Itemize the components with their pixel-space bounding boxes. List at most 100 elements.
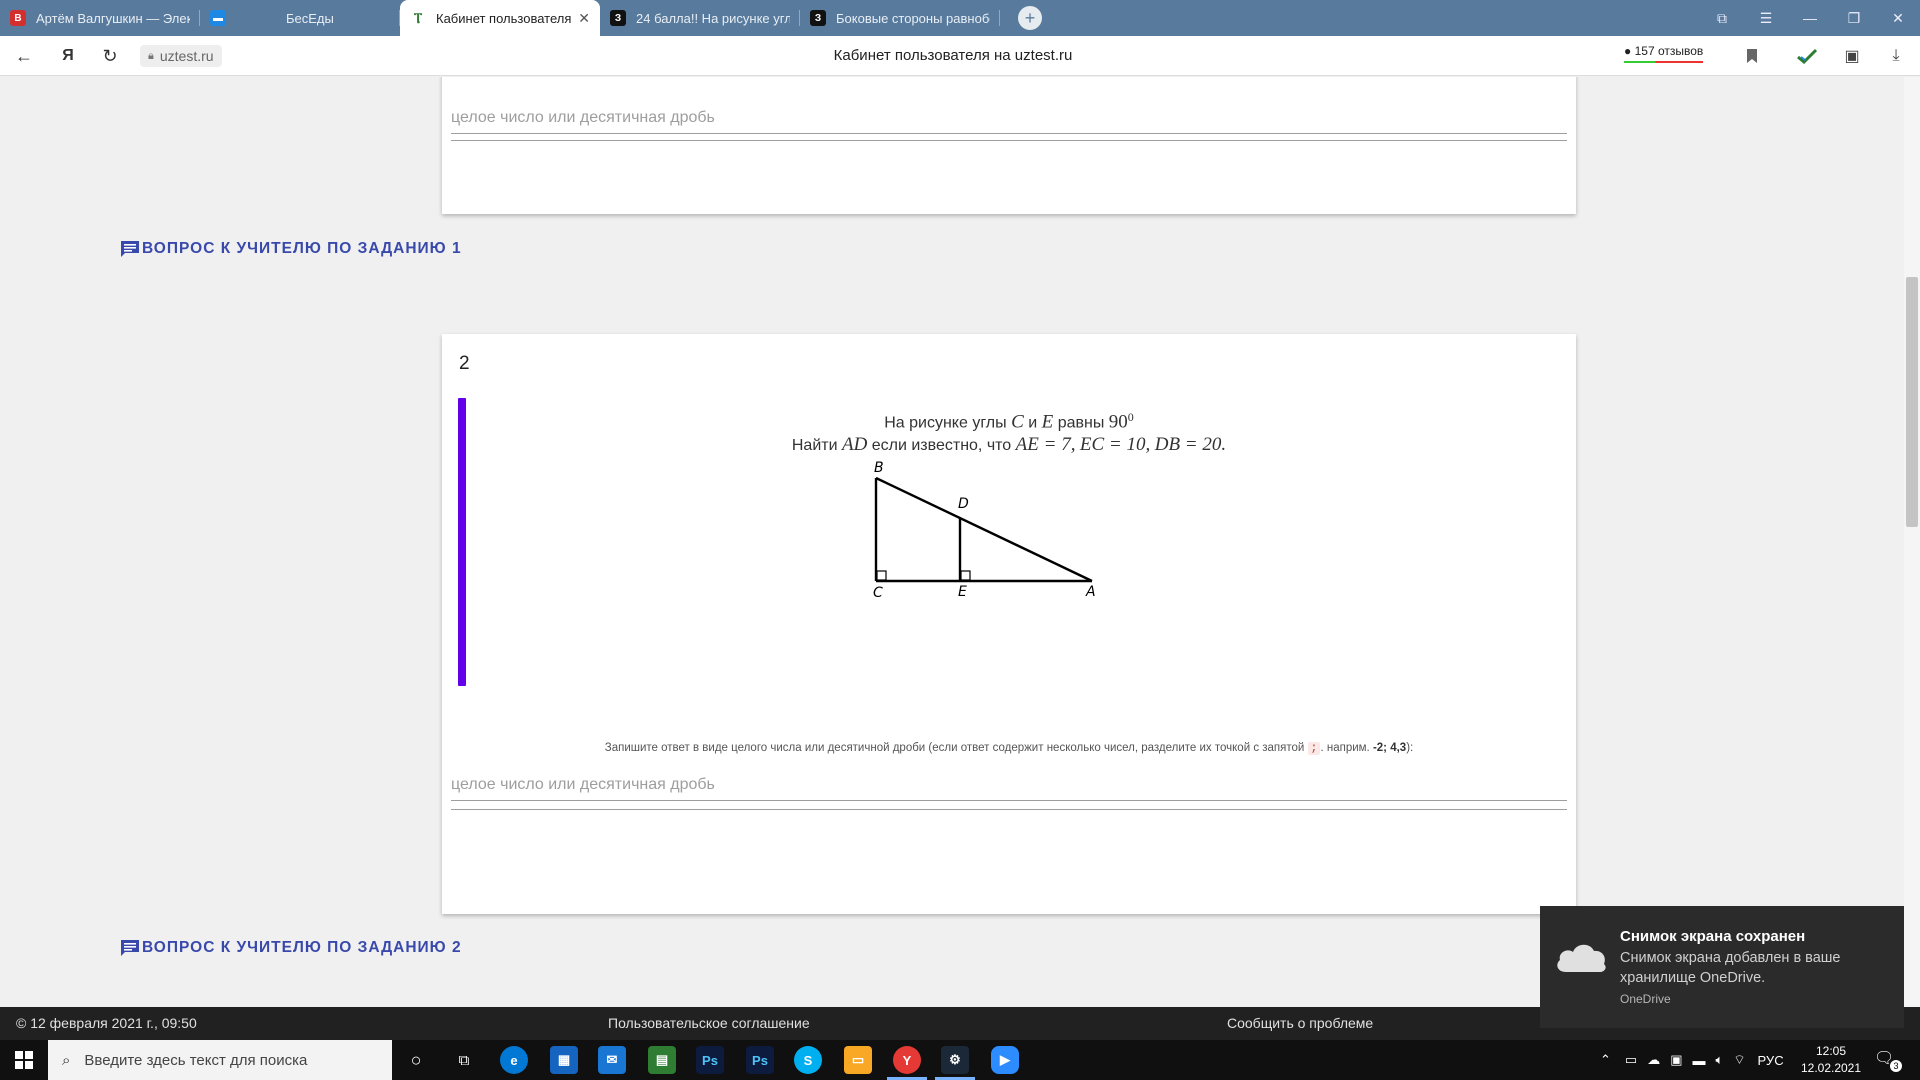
start-button[interactable]: [0, 1040, 48, 1080]
text-fragment: Найти: [791, 437, 838, 455]
tab-conversations[interactable]: ▬ БесЕды: [200, 0, 400, 36]
znanija-favicon-icon: З: [810, 10, 826, 26]
show-hidden-icons-icon[interactable]: ⌃: [1600, 1052, 1611, 1068]
file-explorer-icon[interactable]: ▭: [844, 1046, 872, 1074]
text-fragment: На рисунке углы: [884, 414, 1007, 432]
chat-icon: [121, 241, 139, 257]
yandex-browser-icon[interactable]: Y: [893, 1046, 921, 1074]
cortana-icon[interactable]: ○: [402, 1046, 430, 1074]
action-center-button[interactable]: 🗨︎ 3: [1874, 1048, 1902, 1072]
answer-instructions: Запишите ответ в виде целого числа или д…: [442, 742, 1576, 755]
tab-question-24[interactable]: З 24 балла!! На рисунке углы: [600, 0, 800, 36]
volume-icon[interactable]: 🔈︎: [1716, 1052, 1724, 1068]
input-underline: [451, 809, 1567, 810]
notification-count: 3: [1890, 1060, 1902, 1072]
vertex-label-d: D: [958, 496, 969, 512]
separator-code: ;: [1307, 742, 1321, 755]
photoshop-icon-1[interactable]: Ps: [696, 1046, 724, 1074]
instructions-text: ):: [1406, 742, 1414, 754]
display-icon[interactable]: ▣: [1670, 1052, 1682, 1068]
vertex-label-e: E: [958, 584, 967, 600]
input-underline: [451, 140, 1567, 141]
footer-agreement-link[interactable]: Пользовательское соглашение: [608, 1015, 810, 1031]
browser-tab-bar: В Артём Валгушкин — Элек ▬ БесЕды Ⲧ Каби…: [0, 0, 1920, 36]
page-content: ВОПРОС К УЧИТЕЛЮ ПО ЗАДАНИЮ 1 2 На рисун…: [0, 77, 1904, 1007]
onedrive-tray-icon[interactable]: ☁: [1647, 1052, 1660, 1068]
protect-icon[interactable]: [1797, 46, 1817, 66]
cloud-icon: [1557, 944, 1606, 972]
photoshop-icon-2[interactable]: Ps: [746, 1046, 774, 1074]
calculator-icon[interactable]: ▤: [648, 1046, 676, 1074]
math-degrees: 90: [1108, 411, 1128, 433]
edge-icon[interactable]: e: [500, 1046, 528, 1074]
instructions-text: . наприм.: [1320, 742, 1370, 754]
ask-teacher-link-1[interactable]: ВОПРОС К УЧИТЕЛЮ ПО ЗАДАНИЮ 1: [120, 240, 462, 258]
math-angle-e: E: [1041, 411, 1054, 433]
toast-body: Снимок экрана добавлен в ваше хранилище …: [1620, 950, 1841, 986]
diary-favicon-icon: В: [10, 10, 26, 26]
taskbar-clock[interactable]: 12:05 12.02.2021: [1800, 1043, 1862, 1077]
answer-input-task-1[interactable]: [451, 92, 1567, 134]
task-card-2: 2 На рисунке углы C и E равны 900 Найти …: [442, 334, 1576, 914]
text-fragment: и: [1028, 414, 1038, 432]
meet-now-icon[interactable]: ▭: [1625, 1052, 1637, 1068]
footer-report-link[interactable]: Сообщить о проблеме: [1227, 1015, 1373, 1031]
vertex-label-c: C: [873, 585, 883, 601]
tab-electronic-diary[interactable]: В Артём Валгушкин — Элек: [0, 0, 200, 36]
wifi-icon[interactable]: ⌔: [1733, 1052, 1745, 1068]
tab-label: Кабинет пользователя: [436, 10, 572, 26]
mail-icon[interactable]: ✉: [598, 1046, 626, 1074]
steam-icon[interactable]: ⚙: [941, 1046, 969, 1074]
tab-trapezoid-sides[interactable]: З Боковые стороны равнобе: [800, 0, 1000, 36]
tab-user-cabinet[interactable]: Ⲧ Кабинет пользователя ✕: [400, 0, 600, 36]
scrollbar-thumb[interactable]: [1906, 277, 1918, 527]
right-angle-e: [960, 570, 971, 581]
task-number: 2: [459, 353, 470, 374]
new-tab-button[interactable]: +: [1018, 6, 1042, 30]
task-view-icon[interactable]: ⧉: [450, 1046, 478, 1074]
zoom-icon[interactable]: ▶: [991, 1046, 1019, 1074]
text-fragment: равны: [1057, 414, 1105, 432]
segment-ba: [875, 476, 1093, 583]
clock-date: 12.02.2021: [1800, 1061, 1862, 1075]
ask-teacher-label: ВОПРОС К УЧИТЕЛЮ ПО ЗАДАНИЮ 1: [142, 240, 462, 257]
collections-icon[interactable]: ▣: [1842, 46, 1862, 66]
store-icon[interactable]: ▦: [550, 1046, 578, 1074]
problem-statement: На рисунке углы C и E равны 900 Найти AD…: [442, 406, 1576, 457]
restore-icon[interactable]: ❐: [1832, 0, 1876, 36]
toast-source: OneDrive: [1620, 992, 1671, 1006]
system-tray: ⌃ ▭ ☁ ▣ ▬ 🔈︎ ⌔ РУС: [1600, 1040, 1784, 1080]
taskbar-search-box[interactable]: ⌕ Введите здесь текст для поиска: [48, 1040, 392, 1080]
chat-icon: [121, 940, 139, 956]
chat-favicon-icon: ▬: [210, 10, 226, 26]
toast-title: Снимок экрана сохранен: [1620, 928, 1806, 945]
bookmark-icon[interactable]: [1742, 46, 1762, 66]
znanija-favicon-icon: З: [610, 10, 626, 26]
right-angle-c: [876, 570, 887, 581]
tab-label: 24 балла!! На рисунке углы: [636, 10, 790, 26]
close-window-icon[interactable]: ✕: [1876, 0, 1920, 36]
window-controls: ⧉ ☰ — ❐ ✕: [1700, 0, 1920, 36]
ask-teacher-link-2[interactable]: ВОПРОС К УЧИТЕЛЮ ПО ЗАДАНИЮ 2: [120, 939, 462, 957]
battery-icon[interactable]: ▬: [1693, 1053, 1706, 1068]
reviews-badge[interactable]: ● 157 отзывов: [1624, 44, 1704, 63]
triangle-figure: B D C E A: [873, 460, 1096, 601]
ask-teacher-label: ВОПРОС К УЧИТЕЛЮ ПО ЗАДАНИЮ 2: [142, 939, 462, 956]
clock-time: 12:05: [1815, 1044, 1847, 1058]
skype-icon[interactable]: S: [794, 1046, 822, 1074]
close-tab-icon[interactable]: ✕: [578, 10, 590, 27]
windows-logo-icon: [15, 1051, 33, 1069]
page-scrollbar[interactable]: [1904, 77, 1920, 1007]
address-bar: ← Я ↻ 🔒︎ uztest.ru Кабинет пользователя …: [0, 36, 1920, 76]
downloads-icon[interactable]: ⤓: [1886, 46, 1906, 66]
bookmarks-panel-icon[interactable]: ⧉: [1700, 0, 1744, 36]
uztest-favicon-icon: Ⲧ: [410, 10, 426, 26]
onedrive-toast[interactable]: Снимок экрана сохранен Снимок экрана доб…: [1540, 906, 1904, 1028]
tab-label: БесЕды: [286, 10, 334, 26]
language-indicator[interactable]: РУС: [1758, 1053, 1784, 1068]
instructions-text: Запишите ответ в виде целого числа или д…: [604, 742, 1305, 754]
minimize-icon[interactable]: —: [1788, 0, 1832, 36]
answer-input-task-2[interactable]: [451, 759, 1567, 801]
menu-icon[interactable]: ☰: [1744, 0, 1788, 36]
math-degree-superscript: 0: [1127, 410, 1134, 424]
